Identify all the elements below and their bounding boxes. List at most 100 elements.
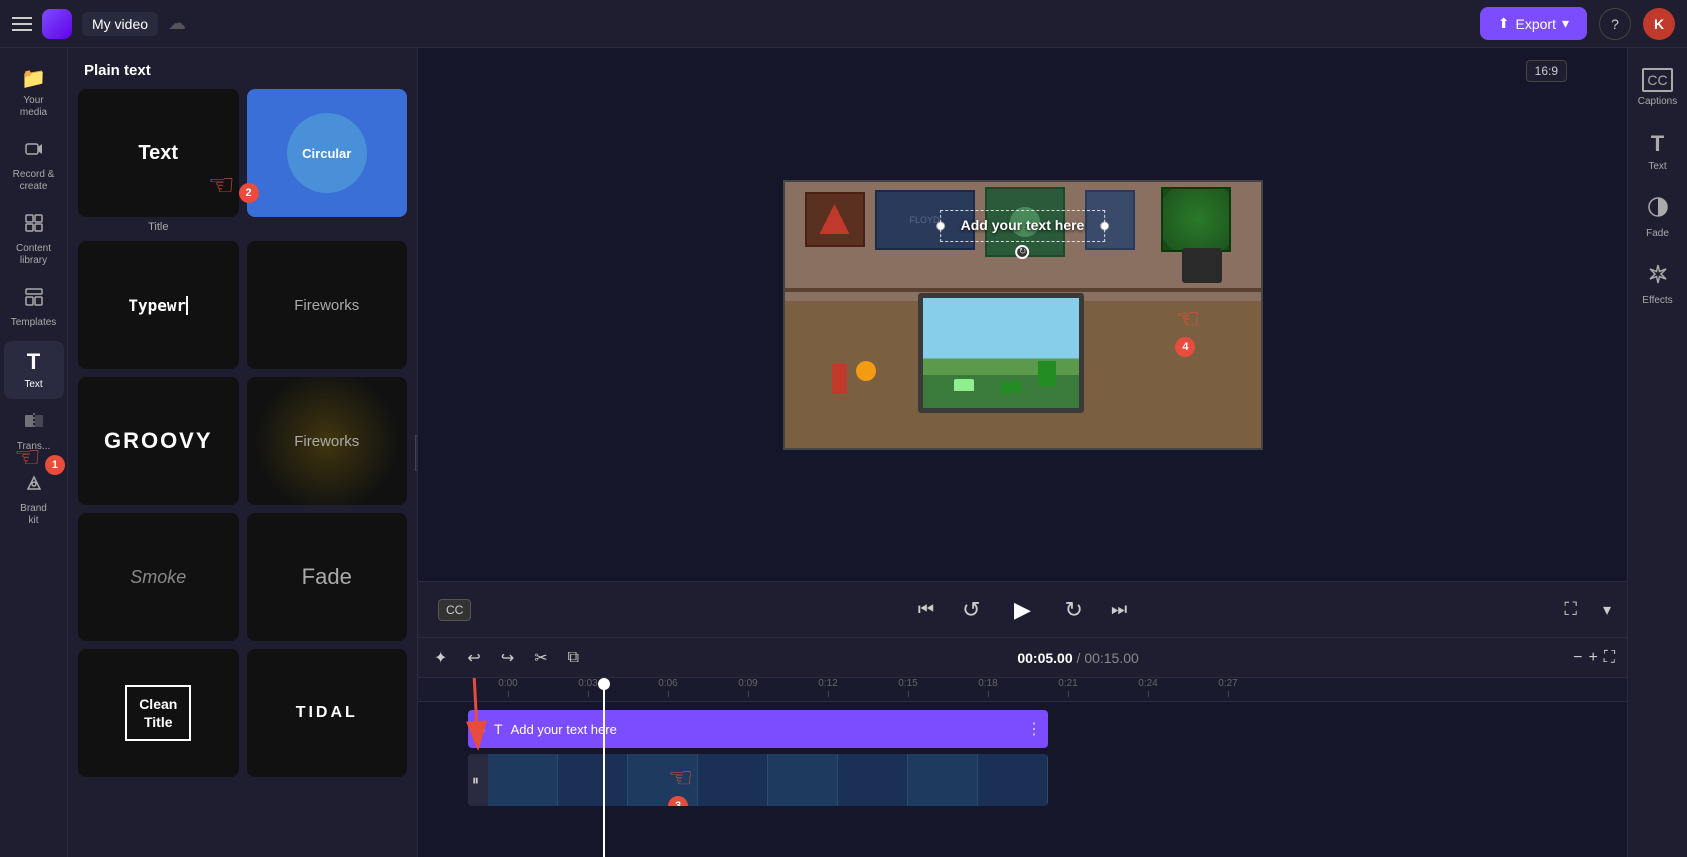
ruler-mark-0: 0:00 xyxy=(468,678,548,697)
play-pause-button[interactable]: ▶ xyxy=(1005,592,1041,628)
hamburger-menu[interactable] xyxy=(12,17,32,31)
text-track-label: Add your text here xyxy=(511,722,617,737)
brand-kit-icon xyxy=(24,473,44,499)
video-thumb-6 xyxy=(838,754,908,806)
rotate-handle[interactable]: ↻ xyxy=(1015,245,1029,259)
sidebar-item-brand-kit[interactable]: Brandkit xyxy=(4,465,64,535)
text-overlay-box[interactable]: Add your text here ↻ xyxy=(940,210,1106,242)
circular-card[interactable]: Circular xyxy=(247,89,408,217)
sidebar-item-your-media[interactable]: 📁 Your media xyxy=(4,58,64,127)
video-track[interactable]: ⏸ xyxy=(468,754,1048,806)
help-button[interactable]: ? xyxy=(1599,8,1631,40)
typewriter-text: Typewr xyxy=(128,296,188,315)
folder-icon: 📁 xyxy=(21,66,46,91)
track-text-icon: T xyxy=(494,721,503,737)
copy-to-clipboard-button[interactable]: ⧉ xyxy=(564,647,583,669)
video-thumb-2 xyxy=(558,754,628,806)
magic-tool-button[interactable]: ✦ xyxy=(430,646,451,670)
text-right-icon: T xyxy=(1651,131,1664,157)
circular-text: Circular xyxy=(302,146,351,161)
text-title-card[interactable]: Text xyxy=(78,89,239,217)
export-button[interactable]: ⬆ Export ▾ xyxy=(1480,7,1587,40)
fade-card-wrapper: Fade xyxy=(247,513,408,641)
rewind-5s-button[interactable]: ↺ xyxy=(958,593,984,627)
left-sidebar: 📁 Your media Record &create C xyxy=(0,48,68,857)
timeline-content: 0:00 0:03 0:06 0:09 0:12 0:15 0:18 0:21 … xyxy=(418,678,1627,857)
sidebar-item-content-library[interactable]: Contentlibrary xyxy=(4,205,64,275)
right-sidebar-effects-label: Effects xyxy=(1642,295,1672,306)
sidebar-label-your-media: Your media xyxy=(10,95,58,119)
forward-5s-button[interactable]: ↻ xyxy=(1061,593,1087,627)
zoom-in-button[interactable]: + xyxy=(1588,649,1597,667)
sidebar-item-text[interactable]: T Text xyxy=(4,341,64,399)
smoke-card-wrapper: Smoke xyxy=(78,513,239,641)
right-sidebar-text[interactable]: T Text xyxy=(1631,121,1685,182)
ruler-mark-9: 0:27 xyxy=(1188,678,1268,697)
skip-to-end-button[interactable]: ⏭ xyxy=(1107,595,1131,624)
timeline-time-display: 00:05.00 / 00:15.00 xyxy=(1017,650,1138,666)
transport-bar: CC ⏮ ↺ ▶ ↻ ⏭ ⛶ ▾ xyxy=(418,581,1627,637)
text-sidebar-icon: T xyxy=(27,349,40,375)
fullscreen-button[interactable]: ⛶ xyxy=(1564,599,1577,620)
playhead-handle[interactable] xyxy=(598,678,610,690)
text-track[interactable]: ⏸ T Add your text here ⋮ xyxy=(468,710,1048,748)
sidebar-item-record-create[interactable]: Record &create xyxy=(4,131,64,201)
fade-text: Fade xyxy=(302,564,352,590)
track-resize-right[interactable]: ⋮ xyxy=(1026,719,1042,739)
sidebar-label-text: Text xyxy=(24,379,42,391)
right-sidebar-fade[interactable]: Fade xyxy=(1631,186,1685,249)
smoke-card[interactable]: Smoke xyxy=(78,513,239,641)
text-panel: Plain text Text Title ☞ 2 xyxy=(68,48,418,857)
tidal-text: TIDAL xyxy=(296,704,358,722)
timeline-toolbar: ✦ ↩ ↪ ✂ ⧉ 00:05.00 / 00:15.00 − + ⛶ xyxy=(418,638,1627,678)
clean-title-card-wrapper: CleanTitle xyxy=(78,649,239,777)
fireworks-card[interactable]: Fireworks xyxy=(247,241,408,369)
track-pause-handle[interactable]: ⏸ xyxy=(478,720,486,738)
playhead[interactable] xyxy=(603,678,605,857)
zoom-out-button[interactable]: − xyxy=(1573,649,1582,667)
timeline-area: ✦ ↩ ↪ ✂ ⧉ 00:05.00 / 00:15.00 − + ⛶ xyxy=(418,637,1627,857)
right-sidebar-captions-label: Captions xyxy=(1638,96,1677,107)
step4-annotation: ☞ 4 xyxy=(1175,302,1200,357)
chevron-down-icon: ▾ xyxy=(1562,15,1569,32)
captions-transport-button[interactable]: CC xyxy=(438,599,471,621)
tidal-card[interactable]: TIDAL xyxy=(247,649,408,777)
video-frame: FLOYD xyxy=(783,180,1263,450)
right-sidebar-captions[interactable]: CC Captions xyxy=(1631,58,1685,117)
aspect-ratio-badge[interactable]: 16:9 xyxy=(1526,60,1567,82)
typewriter-card[interactable]: Typewr xyxy=(78,241,239,369)
ruler-mark-8: 0:24 xyxy=(1108,678,1188,697)
video-track-pause[interactable]: ⏸ xyxy=(472,772,479,789)
ruler-mark-5: 0:15 xyxy=(868,678,948,697)
user-avatar[interactable]: K xyxy=(1643,8,1675,40)
clean-title-card[interactable]: CleanTitle xyxy=(78,649,239,777)
fireworks2-text: Fireworks xyxy=(294,433,359,450)
undo-button[interactable]: ↩ xyxy=(463,646,484,670)
sidebar-item-transitions[interactable]: Trans... xyxy=(4,403,64,461)
card-text-content: Text xyxy=(138,142,178,165)
sidebar-item-templates[interactable]: Templates xyxy=(4,279,64,337)
right-sidebar-fade-label: Fade xyxy=(1646,228,1669,239)
overlay-text: Add your text here xyxy=(961,217,1085,233)
cut-button[interactable]: ✂ xyxy=(530,646,551,670)
video-title[interactable]: My video xyxy=(82,12,158,36)
ruler-mark-6: 0:18 xyxy=(948,678,1028,697)
fireworks2-card[interactable]: Fireworks xyxy=(247,377,408,505)
right-sidebar-effects[interactable]: Effects xyxy=(1631,253,1685,316)
fade-right-icon xyxy=(1647,196,1669,224)
redo-button[interactable]: ↪ xyxy=(497,646,518,670)
collapse-preview-button[interactable]: ▾ xyxy=(1603,600,1611,620)
video-thumb-8 xyxy=(978,754,1048,806)
fireworks2-card-wrapper: Fireworks xyxy=(247,377,408,505)
fit-timeline-button[interactable]: ⛶ xyxy=(1604,649,1615,667)
groovy-card[interactable]: GROOVY xyxy=(78,377,239,505)
video-thumb-5 xyxy=(768,754,838,806)
text-card-label: Title xyxy=(78,221,239,233)
circular-card-inner: Circular xyxy=(287,113,367,193)
skip-to-start-button[interactable]: ⏮ xyxy=(914,595,938,624)
fade-card[interactable]: Fade xyxy=(247,513,408,641)
transitions-icon xyxy=(24,411,44,437)
sidebar-label-transitions: Trans... xyxy=(17,441,51,453)
panel-content: Text Title ☞ 2 Circular xyxy=(68,89,417,857)
export-icon: ⬆ xyxy=(1498,15,1510,32)
